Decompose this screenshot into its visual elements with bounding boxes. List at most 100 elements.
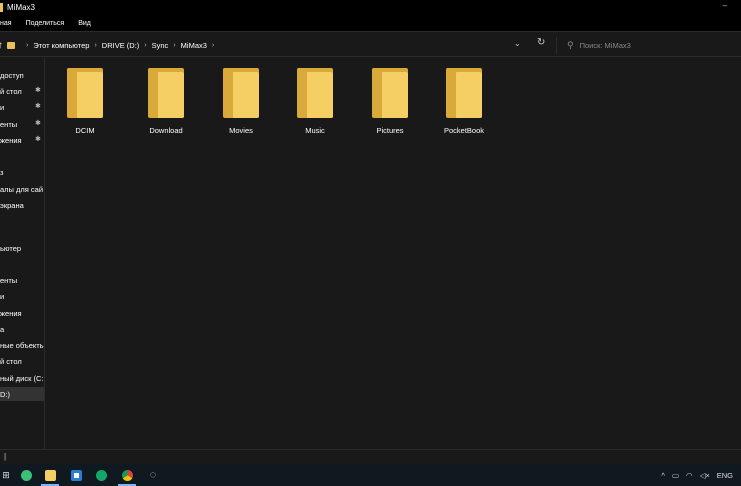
system-tray: ^ ▭ ◠ ◁× ENG	[661, 464, 741, 486]
sidebar-item-label: алы для сай	[0, 184, 44, 194]
sidebar-item-label: з	[0, 167, 4, 177]
sidebar-item-label: ьютер	[0, 243, 22, 253]
tab-share[interactable]: Поделиться	[26, 20, 65, 27]
task-view-icon: ⊞	[2, 469, 10, 480]
sidebar-item-label: ные объекть	[0, 340, 44, 350]
sidebar-item[interactable]: з	[0, 165, 44, 179]
sidebar-item[interactable]: алы для сай	[0, 182, 44, 196]
search-input[interactable]: Поиск: MiMax3	[580, 41, 631, 50]
title-bar: MiMax3 ‒	[0, 0, 741, 15]
folder-label: Pictures	[376, 126, 404, 135]
taskbar-app-button[interactable]	[89, 464, 113, 486]
taskbar-sync-button[interactable]: ◌	[141, 464, 165, 486]
breadcrumb-this-pc[interactable]: Этот компьютер	[33, 41, 89, 50]
search-box[interactable]: ⚲ Поиск: MiMax3	[556, 37, 741, 54]
up-arrow-icon[interactable]: ↑	[0, 40, 3, 51]
sidebar-item[interactable]: ные объекть	[0, 338, 44, 352]
sidebar-item[interactable]: й стол ✱	[0, 84, 44, 98]
file-list: DCIM Download Movies Music Pictures Pock…	[45, 58, 741, 449]
folder-label: PocketBook	[443, 126, 485, 135]
folder-label: Movies	[229, 126, 253, 135]
sidebar-item[interactable]: енты	[0, 273, 44, 287]
chevron-up-icon[interactable]: ^	[661, 471, 665, 480]
folder-icon	[0, 3, 3, 12]
tab-home[interactable]: ная	[0, 20, 12, 27]
volume-icon[interactable]: ◁×	[700, 471, 710, 480]
pin-icon[interactable]: ✱	[35, 119, 41, 127]
chevron-right-icon[interactable]: ›	[94, 42, 96, 49]
sidebar-item-label: енты	[0, 275, 18, 285]
sidebar-item-label: жения	[0, 308, 22, 318]
taskbar-store-button[interactable]	[64, 464, 88, 486]
chevron-right-icon[interactable]: ›	[144, 42, 146, 49]
breadcrumb-mimax3[interactable]: MiMax3	[181, 41, 207, 50]
sidebar-item[interactable]: а	[0, 322, 44, 336]
navigation-pane: доступ й стол ✱ и ✱ енты ✱ жения ✱ з алы для…	[0, 58, 45, 449]
sidebar-item-label: й стол	[0, 356, 22, 366]
sidebar-item[interactable]: экрана	[0, 198, 44, 212]
app-icon	[20, 469, 32, 481]
chevron-right-icon[interactable]: ›	[173, 42, 175, 49]
sidebar-item-label: и	[0, 291, 5, 301]
sidebar-item[interactable]: енты ✱	[0, 117, 44, 131]
sidebar-item[interactable]: й стол	[0, 354, 44, 368]
status-text: |	[4, 452, 7, 461]
minimize-icon[interactable]: ‒	[723, 1, 727, 10]
breadcrumb-drive-d[interactable]: DRIVE (D:)	[102, 41, 140, 50]
folder-item-pocketbook[interactable]: PocketBook	[434, 68, 494, 140]
taskbar-chrome-button[interactable]	[115, 464, 139, 486]
folder-icon	[148, 68, 184, 118]
tab-view[interactable]: Вид	[78, 20, 91, 27]
folder-label: Music	[305, 126, 325, 135]
sidebar-item-drive-d[interactable]: D:)	[0, 387, 44, 401]
sidebar-item-label: ный диск (С:	[0, 373, 44, 383]
sidebar-item[interactable]: жения	[0, 306, 44, 320]
sidebar-item[interactable]: жения ✱	[0, 133, 44, 147]
sidebar-item-label: жения	[0, 135, 22, 145]
address-bar[interactable]: ↑ › Этот компьютер › DRIVE (D:) › Sync ›…	[0, 37, 552, 54]
folder-icon	[372, 68, 408, 118]
sidebar-item[interactable]: ный диск (С:	[0, 371, 44, 385]
chrome-icon	[121, 469, 133, 481]
sidebar-item[interactable]: и	[0, 289, 44, 303]
sidebar-item[interactable]: и ✱	[0, 100, 44, 114]
refresh-icon[interactable]: ↻	[537, 37, 545, 48]
sidebar-item-this-pc[interactable]: ьютер	[0, 241, 44, 255]
sidebar-item-label: енты	[0, 119, 18, 129]
folder-item-movies[interactable]: Movies	[211, 68, 271, 140]
sidebar-item-label: доступ	[0, 70, 24, 80]
folder-label: DCIM	[75, 126, 95, 135]
folder-item-music[interactable]: Music	[285, 68, 345, 140]
sidebar-item-label: й стол	[0, 86, 22, 96]
breadcrumb-sync[interactable]: Sync	[152, 41, 169, 50]
sidebar-item-label: а	[0, 324, 5, 334]
folder-item-pictures[interactable]: Pictures	[360, 68, 420, 140]
sidebar-item-label: и	[0, 102, 5, 112]
sync-icon: ◌	[149, 469, 157, 481]
chevron-right-icon[interactable]: ›	[212, 42, 214, 49]
status-bar: |	[0, 449, 741, 464]
folder-icon	[446, 68, 482, 118]
wifi-icon[interactable]: ◠	[686, 471, 693, 480]
folder-icon	[297, 68, 333, 118]
window-title: MiMax3	[7, 3, 36, 12]
language-indicator[interactable]: ENG	[717, 471, 733, 480]
folder-icon	[223, 68, 259, 118]
battery-icon[interactable]: ▭	[672, 471, 679, 480]
store-icon	[70, 469, 82, 481]
folder-icon	[7, 42, 15, 49]
folder-item-dcim[interactable]: DCIM	[55, 68, 115, 140]
folder-icon	[67, 68, 103, 118]
pin-icon[interactable]: ✱	[35, 86, 41, 94]
pin-icon[interactable]: ✱	[35, 102, 41, 110]
taskbar-explorer-button[interactable]	[38, 464, 62, 486]
app-icon	[95, 469, 107, 481]
chevron-right-icon[interactable]: ›	[26, 42, 28, 49]
chevron-down-icon[interactable]: ⌄	[514, 39, 521, 48]
folder-item-download[interactable]: Download	[136, 68, 196, 140]
pin-icon[interactable]: ✱	[35, 135, 41, 143]
sidebar-item[interactable]: доступ	[0, 68, 44, 82]
sidebar-item-label: D:)	[0, 389, 10, 399]
folder-label: Download	[149, 126, 183, 135]
taskbar-app-button[interactable]	[14, 464, 38, 486]
